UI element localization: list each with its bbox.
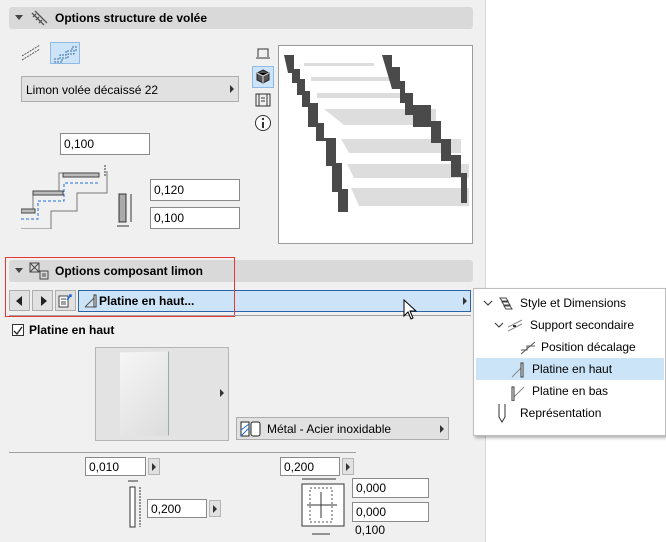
- menu-item-label: Style et Dimensions: [520, 296, 627, 310]
- offset-y-input[interactable]: 0,000: [352, 502, 429, 522]
- offset-position-icon: [520, 341, 536, 355]
- offset-bottom-value: 0,100: [355, 523, 386, 537]
- section-header-structure[interactable]: Options structure de volée: [9, 7, 473, 29]
- menu-item-representation[interactable]: Représentation: [476, 402, 664, 424]
- info-icon[interactable]: [254, 114, 272, 132]
- menu-item-platine-en-haut[interactable]: Platine en haut: [476, 358, 664, 380]
- floor-plan-view-icon[interactable]: [255, 47, 271, 61]
- profile-section-icon: [117, 193, 132, 227]
- top-plate-checkbox[interactable]: [12, 324, 24, 336]
- annotation-highlight-box: [5, 257, 235, 317]
- 3d-view-button[interactable]: [252, 66, 274, 88]
- menu-item-position-decalage[interactable]: Position décalage: [476, 336, 664, 358]
- plate-thickness-icon: [128, 480, 141, 528]
- select-value: Limon volée décaissé 22: [26, 83, 159, 97]
- chevron-down-icon[interactable]: [483, 298, 493, 308]
- thickness-stepper-button[interactable]: [148, 458, 160, 475]
- stringer-diagram-icon: [21, 165, 108, 229]
- pen-icon: [498, 404, 506, 423]
- 3d-preview: [278, 45, 473, 244]
- checkbox-label: Platine en haut: [29, 323, 115, 337]
- menu-item-label: Platine en bas: [532, 384, 609, 398]
- menu-item-platine-en-bas[interactable]: Platine en bas: [476, 380, 664, 402]
- select-value: Métal - Acier inoxidable: [267, 422, 392, 436]
- divider: [9, 315, 471, 316]
- stepped-stringer-button[interactable]: [50, 42, 80, 64]
- settings-panel: Options structure de volée Limon volée d…: [0, 0, 486, 542]
- plate-preview-button[interactable]: [95, 347, 229, 441]
- divider: [9, 452, 356, 453]
- arrow-right-icon: [220, 389, 224, 397]
- offset-x-input[interactable]: 0,000: [352, 478, 429, 498]
- plate-width-stepper-button[interactable]: [342, 458, 354, 475]
- arrow-right-icon: [463, 297, 467, 305]
- menu-item-label: Représentation: [520, 406, 602, 420]
- height-input[interactable]: 0,120: [150, 179, 240, 201]
- plate-height-input[interactable]: 0,200: [147, 499, 207, 518]
- menu-item-label: Support secondaire: [530, 318, 635, 332]
- width-input[interactable]: 0,100: [150, 207, 240, 229]
- menu-item-style-dimensions[interactable]: Style et Dimensions: [476, 292, 664, 314]
- plate-preview-image: [120, 351, 169, 437]
- section-title: Options structure de volée: [55, 11, 208, 25]
- thickness-input[interactable]: 0,010: [85, 457, 146, 476]
- material-swatch-icon: [240, 421, 261, 437]
- support-icon: [507, 319, 523, 332]
- checkmark-icon: [13, 326, 23, 336]
- plate-width-input[interactable]: 0,200: [280, 457, 340, 476]
- staircase-preview-image: [284, 55, 469, 212]
- menu-item-label: Platine en haut: [532, 362, 613, 376]
- top-offset-input[interactable]: 0,100: [60, 133, 150, 155]
- bottom-plate-icon: [511, 386, 525, 401]
- menu-item-label: Position décalage: [541, 340, 636, 354]
- top-plate-icon: [511, 362, 524, 378]
- plate-offset-icon: [301, 478, 345, 535]
- stair-structure-icon: [31, 10, 48, 26]
- material-select[interactable]: Métal - Acier inoxidable: [236, 417, 449, 440]
- mouse-cursor-icon: [403, 299, 417, 320]
- straight-stringer-icon[interactable]: [20, 42, 42, 62]
- page-menu-popup: Style et Dimensions Support secondaire P…: [473, 288, 666, 436]
- plate-height-stepper-button[interactable]: [209, 500, 221, 517]
- arrow-right-icon: [230, 85, 234, 93]
- arrow-right-icon: [440, 424, 444, 433]
- menu-item-support-secondaire[interactable]: Support secondaire: [476, 314, 664, 336]
- collapse-triangle-icon[interactable]: [15, 15, 23, 20]
- stringer-profile-select[interactable]: Limon volée décaissé 22: [21, 76, 239, 102]
- section-view-icon[interactable]: [255, 92, 271, 108]
- stair-icon: [499, 297, 513, 310]
- chevron-down-icon[interactable]: [494, 320, 504, 330]
